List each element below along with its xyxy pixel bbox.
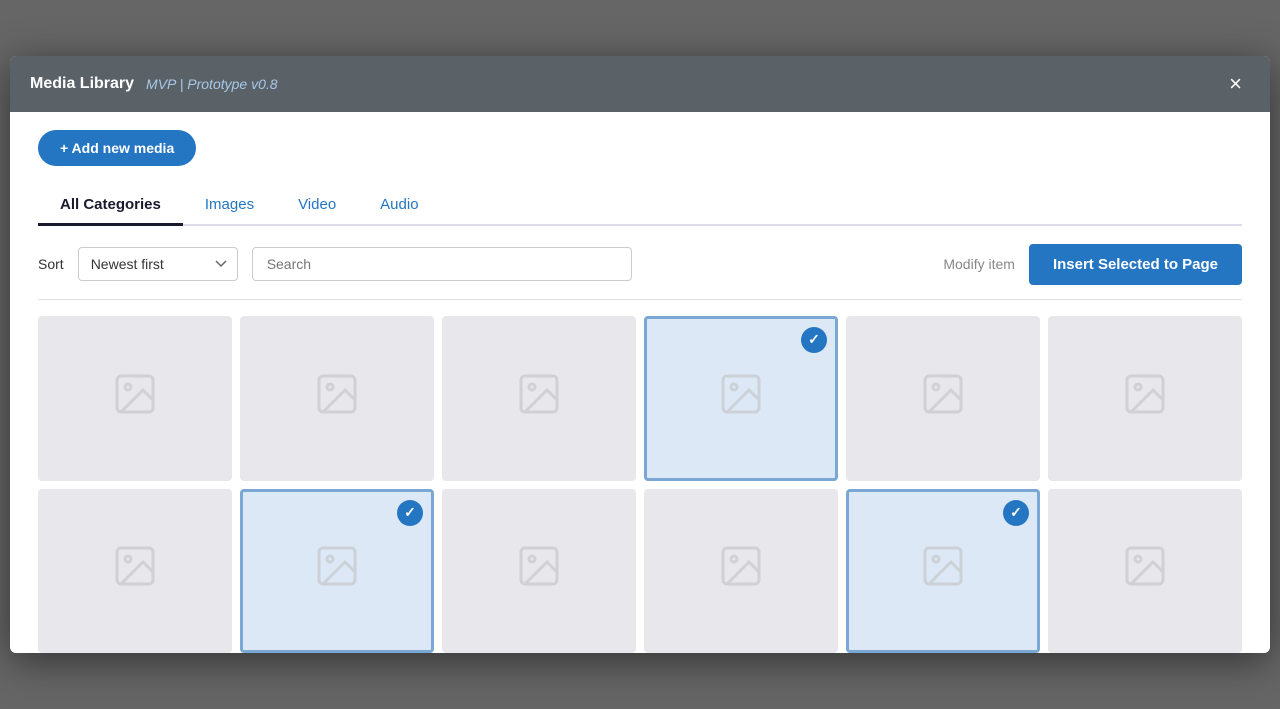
media-grid: ✓: [38, 300, 1242, 654]
media-placeholder-icon-4: [717, 370, 765, 427]
search-input[interactable]: [252, 247, 632, 281]
media-placeholder-icon-1: [111, 370, 159, 427]
media-placeholder-icon-2: [313, 370, 361, 427]
selected-check-4: ✓: [801, 327, 827, 353]
title-group: Media Library MVP | Prototype v0.8: [30, 75, 278, 93]
media-item-9[interactable]: [442, 489, 636, 654]
media-placeholder-icon-12: [1121, 542, 1169, 599]
modal-header: Media Library MVP | Prototype v0.8 ×: [10, 56, 1270, 112]
tab-video[interactable]: Video: [276, 186, 358, 226]
media-placeholder-icon-7: [111, 542, 159, 599]
media-item-8[interactable]: ✓: [240, 489, 434, 654]
media-item-3[interactable]: [442, 316, 636, 481]
media-item-2[interactable]: [240, 316, 434, 481]
media-item-12[interactable]: [1048, 489, 1242, 654]
media-item-11[interactable]: ✓: [846, 489, 1040, 654]
media-item-7[interactable]: [38, 489, 232, 654]
media-placeholder-icon-3: [515, 370, 563, 427]
media-item-4[interactable]: ✓: [644, 316, 838, 481]
sort-label: Sort: [38, 256, 64, 272]
tab-all-categories[interactable]: All Categories: [38, 186, 183, 226]
close-button[interactable]: ×: [1221, 69, 1250, 99]
tab-images[interactable]: Images: [183, 186, 276, 226]
media-placeholder-icon-9: [515, 542, 563, 599]
tabs-bar: All Categories Images Video Audio: [38, 184, 1242, 226]
selected-check-8: ✓: [397, 500, 423, 526]
media-placeholder-icon-10: [717, 542, 765, 599]
media-item-10[interactable]: [644, 489, 838, 654]
media-placeholder-icon-8: [313, 542, 361, 599]
tab-audio[interactable]: Audio: [358, 186, 440, 226]
modal-title: Media Library: [30, 75, 134, 93]
modify-item-button[interactable]: Modify item: [943, 256, 1015, 272]
insert-selected-button[interactable]: Insert Selected to Page: [1029, 244, 1242, 285]
filter-toolbar: Sort Newest first Oldest first Name A-Z …: [38, 226, 1242, 300]
media-item-5[interactable]: [846, 316, 1040, 481]
media-placeholder-icon-6: [1121, 370, 1169, 427]
media-library-modal: Media Library MVP | Prototype v0.8 × + A…: [10, 56, 1270, 654]
media-item-1[interactable]: [38, 316, 232, 481]
sort-select[interactable]: Newest first Oldest first Name A-Z Name …: [78, 247, 238, 281]
modal-subtitle: MVP | Prototype v0.8: [146, 76, 278, 92]
add-media-button[interactable]: + Add new media: [38, 130, 196, 166]
selected-check-11: ✓: [1003, 500, 1029, 526]
media-item-6[interactable]: [1048, 316, 1242, 481]
modal-body: + Add new media All Categories Images Vi…: [10, 112, 1270, 654]
media-placeholder-icon-5: [919, 370, 967, 427]
media-placeholder-icon-11: [919, 542, 967, 599]
